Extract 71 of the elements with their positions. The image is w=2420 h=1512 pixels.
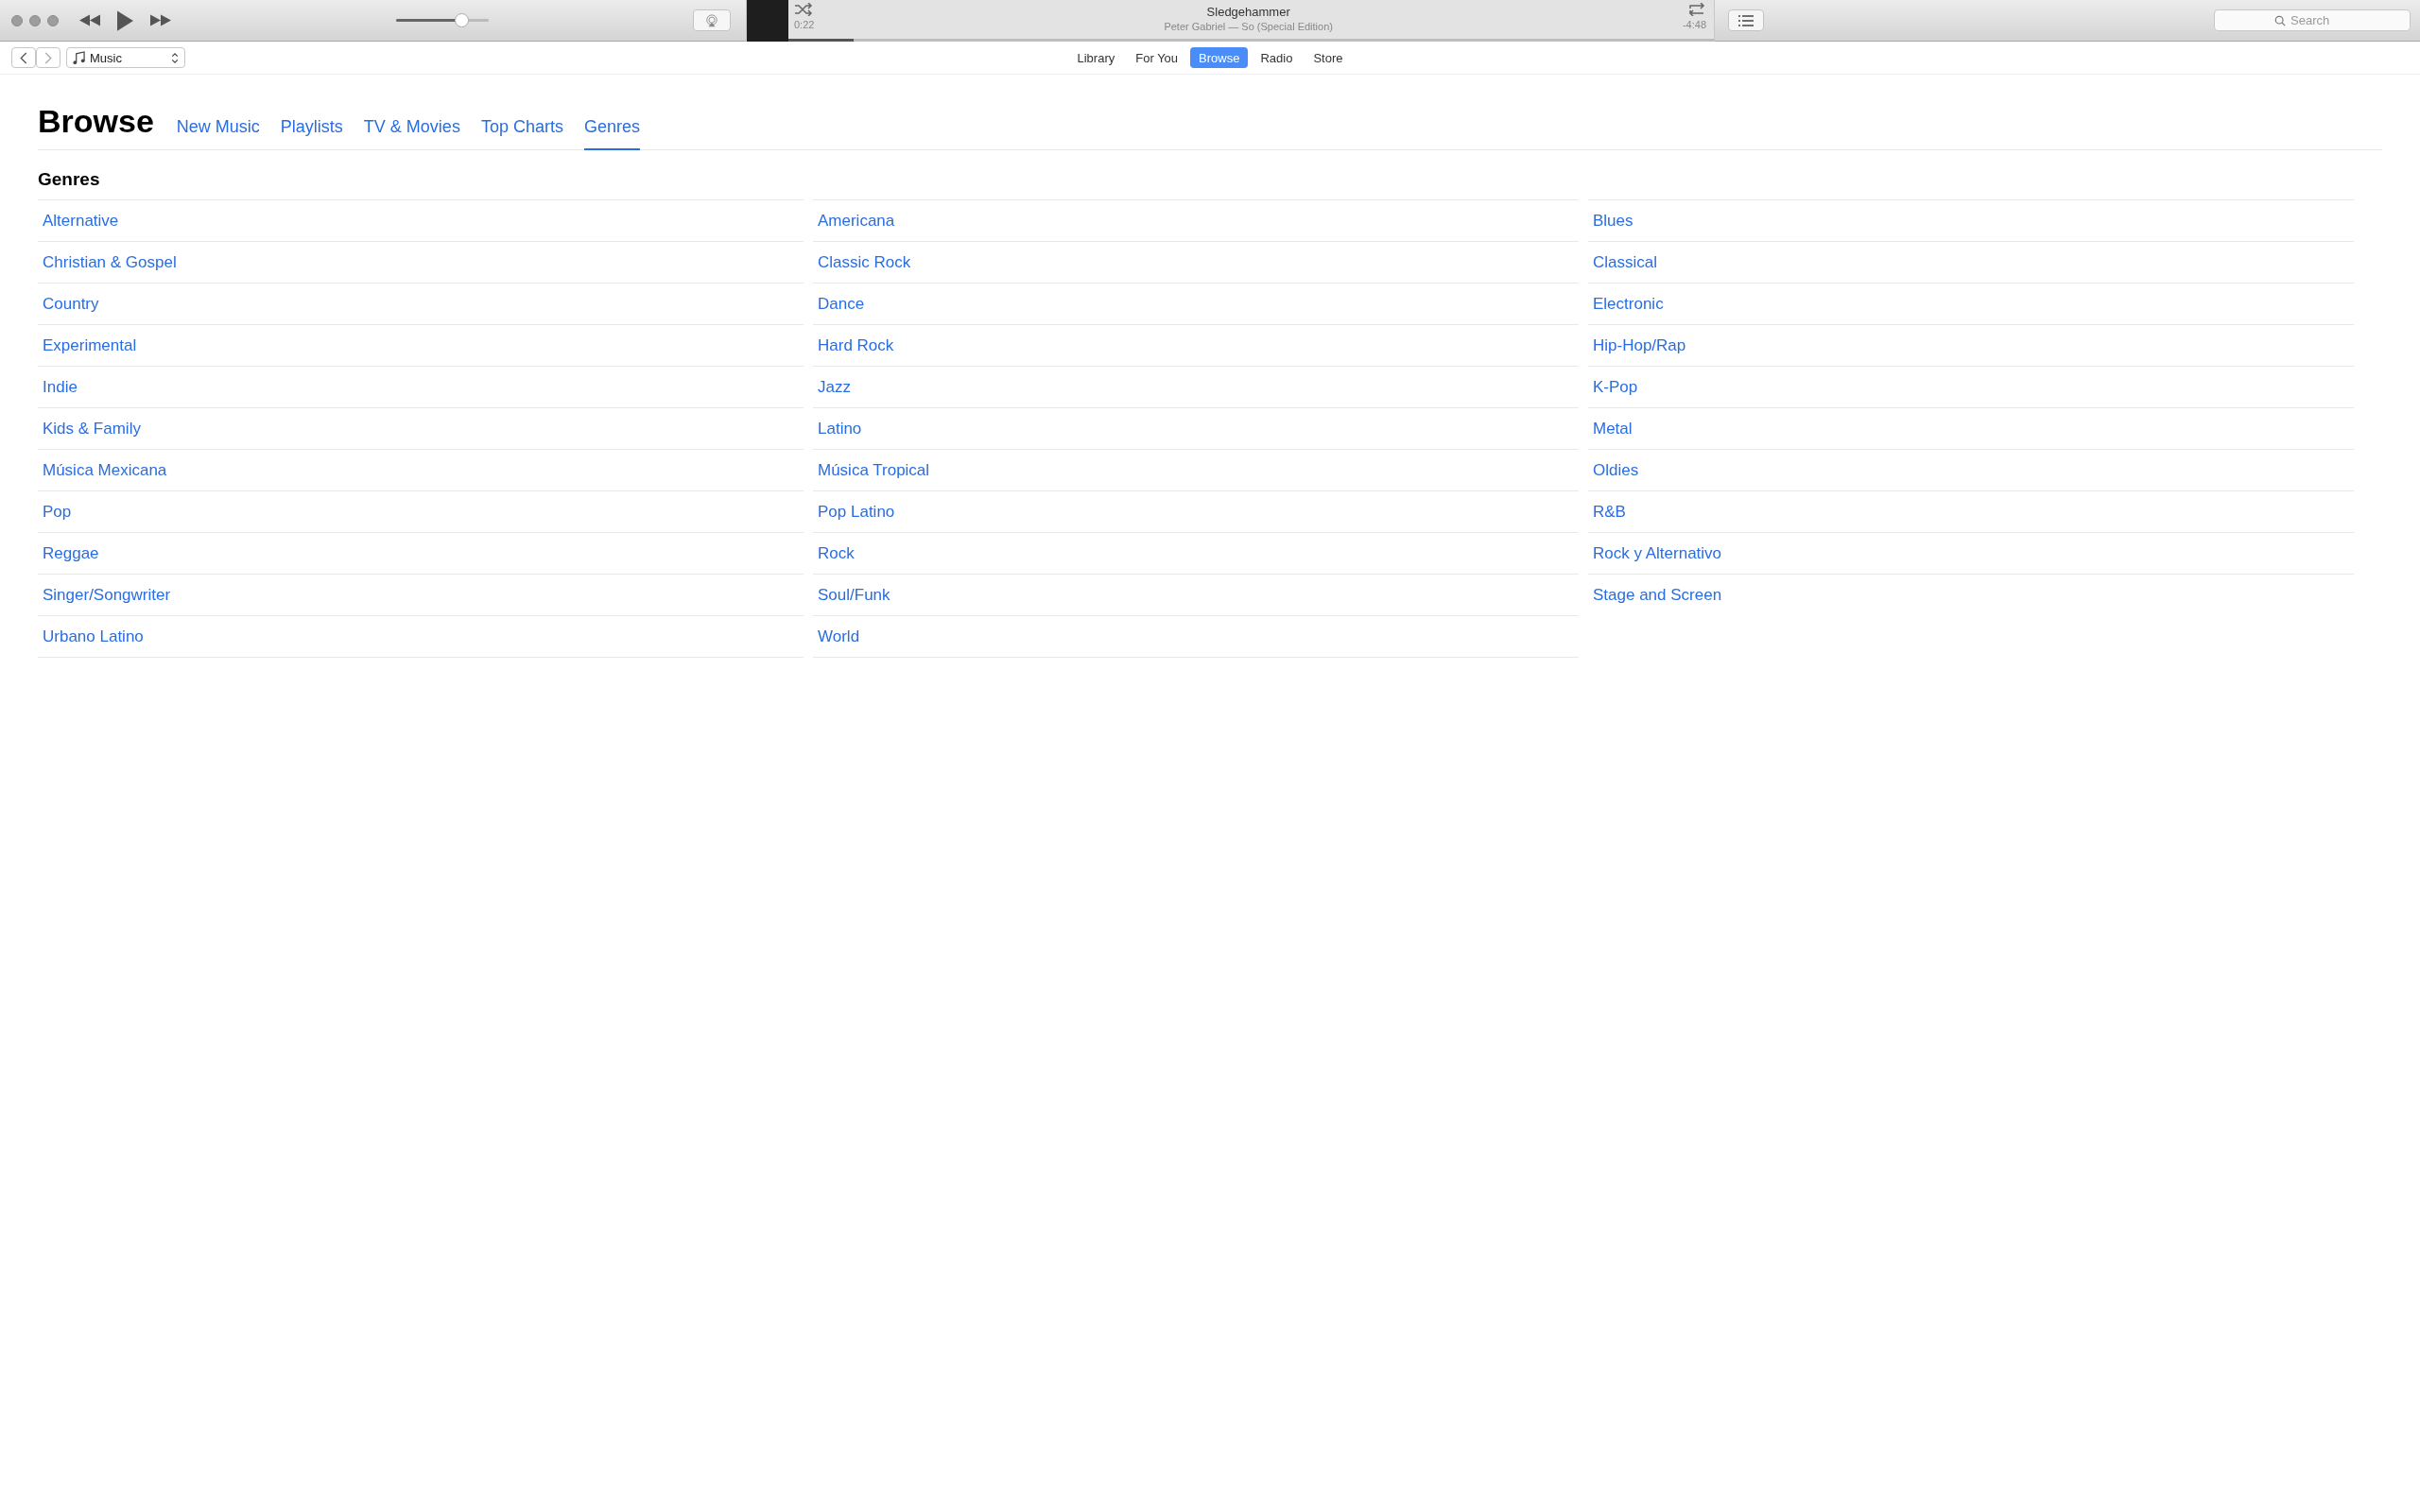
section-tab[interactable]: New Music — [176, 117, 260, 150]
genre-link[interactable]: Rock y Alternativo — [1593, 543, 1722, 563]
genre-link[interactable]: Rock — [818, 543, 855, 563]
genre-link[interactable]: Urbano Latino — [43, 627, 144, 646]
genre-link[interactable]: Classical — [1593, 252, 1658, 272]
nav-tab[interactable]: Store — [1305, 47, 1352, 68]
genre-link[interactable]: Oldies — [1593, 460, 1639, 480]
chevron-left-icon — [20, 51, 27, 64]
genre-link[interactable]: Indie — [43, 377, 78, 397]
search-field[interactable]: Search — [2214, 9, 2411, 31]
genre-link[interactable]: Soul/Funk — [818, 585, 890, 605]
genre-link[interactable]: Pop — [43, 502, 72, 522]
genre-link[interactable]: R&B — [1593, 502, 1626, 522]
play-icon[interactable] — [117, 9, 133, 31]
genre-link[interactable]: Jazz — [818, 377, 851, 397]
genre-link[interactable]: Dance — [818, 294, 865, 314]
genre-link[interactable]: Country — [43, 294, 99, 314]
chevron-right-icon — [44, 51, 52, 64]
genre-link[interactable]: Blues — [1593, 211, 1634, 231]
zoom-button[interactable] — [47, 14, 59, 26]
airplay-icon — [705, 13, 718, 27]
list-icon — [1738, 14, 1754, 26]
genre-link[interactable]: Pop Latino — [818, 502, 895, 522]
genre-link[interactable]: Americana — [818, 211, 895, 231]
media-picker[interactable]: Music — [66, 47, 185, 68]
genre-link[interactable]: Alternative — [43, 211, 119, 231]
remaining-time: -4:48 — [1682, 18, 1706, 30]
nav-tab[interactable]: For You — [1127, 47, 1187, 68]
section-tab[interactable]: Playlists — [280, 117, 343, 150]
nav-tab[interactable]: Library — [1068, 47, 1124, 68]
genre-link[interactable]: Música Tropical — [818, 460, 930, 480]
page-title: Browse — [38, 103, 154, 140]
volume-slider[interactable] — [396, 13, 489, 27]
genre-link[interactable]: Hard Rock — [818, 335, 894, 355]
genre-link[interactable]: Experimental — [43, 335, 137, 355]
genre-link[interactable]: Classic Rock — [818, 252, 911, 272]
genre-link[interactable]: Singer/Songwriter — [43, 585, 171, 605]
close-button[interactable] — [11, 14, 23, 26]
shuffle-icon[interactable] — [794, 2, 813, 16]
genre-link[interactable]: World — [818, 627, 860, 646]
elapsed-time: 0:22 — [794, 18, 815, 30]
section-title: Genres — [38, 169, 101, 190]
minimize-button[interactable] — [29, 14, 41, 26]
airplay-button[interactable] — [693, 9, 731, 31]
genre-link[interactable]: Electronic — [1593, 294, 1664, 314]
rewind-icon[interactable] — [79, 14, 100, 26]
progress-bar[interactable] — [788, 38, 1714, 42]
music-note-icon — [73, 50, 85, 65]
fast-forward-icon[interactable] — [150, 14, 171, 26]
back-button[interactable] — [11, 47, 36, 68]
section-tab[interactable]: Genres — [583, 117, 640, 150]
nav-tab[interactable]: Browse — [1190, 47, 1249, 68]
genre-link[interactable]: Reggae — [43, 543, 99, 563]
section-tab[interactable]: Top Charts — [480, 117, 563, 150]
up-down-arrows-icon — [171, 51, 179, 64]
album-art-placeholder — [747, 0, 788, 42]
genre-link[interactable]: Metal — [1593, 419, 1633, 438]
search-icon — [2274, 15, 2286, 26]
artist-album: Peter Gabriel — So (Special Edition) — [1164, 20, 1333, 32]
genre-link[interactable]: Música Mexicana — [43, 460, 167, 480]
genre-link[interactable]: Christian & Gospel — [43, 252, 177, 272]
song-title: Sledgehammer — [1205, 4, 1291, 19]
genre-link[interactable]: Hip-Hop/Rap — [1593, 335, 1686, 355]
nav-tab[interactable]: Radio — [1252, 47, 1302, 68]
repeat-icon[interactable] — [1687, 2, 1706, 16]
genre-link[interactable]: Latino — [818, 419, 862, 438]
up-next-button[interactable] — [1728, 9, 1764, 31]
genre-link[interactable]: K-Pop — [1593, 377, 1638, 397]
section-tab[interactable]: TV & Movies — [363, 117, 460, 150]
genre-link[interactable]: Stage and Screen — [1593, 585, 1722, 605]
genre-link[interactable]: Kids & Family — [43, 419, 141, 438]
